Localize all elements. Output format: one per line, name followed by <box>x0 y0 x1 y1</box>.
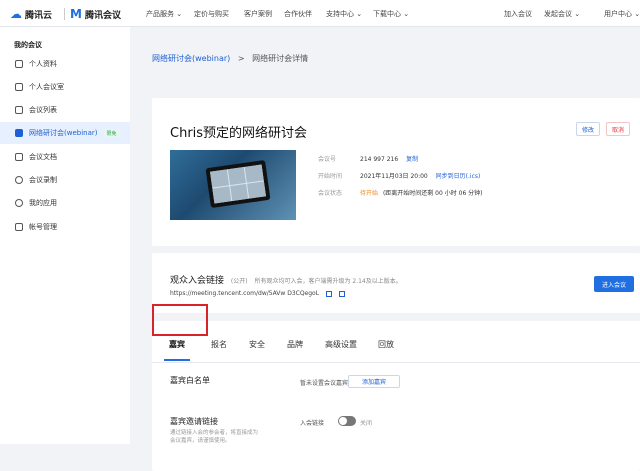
sidebar-item-label: 会议录制 <box>29 176 57 184</box>
webinar-cover-image <box>170 150 296 220</box>
free-badge: 限免 <box>103 128 120 138</box>
person-room-icon <box>15 83 23 91</box>
sidebar-item-label: 我的应用 <box>29 199 57 207</box>
audience-link-card: 观众入会链接 (公开) 所有观众均可入会，客户端需升级为 2.14及以上版本。 … <box>152 253 640 313</box>
tencent-cloud-text: 腾讯云 <box>25 10 53 21</box>
main-content: 网络研讨会(webinar) > 网络研讨会详情 Chris预定的网络研讨会 修… <box>130 27 640 471</box>
start-time-value-group: 2021年11月03日 20:00 同步到日历(.ics) <box>360 171 480 180</box>
meeting-id-value: 214 997 216 <box>360 156 399 163</box>
sidebar-item-profile[interactable]: 个人资料 <box>0 53 130 75</box>
audience-url[interactable]: https://meeting.tencent.com/dw/5AVw D3CQ… <box>170 290 319 297</box>
copy-meeting-id-link[interactable]: 复制 <box>406 156 418 163</box>
meeting-status-note: (距离开始时间还剩 00 小时 06 分钟) <box>382 190 483 197</box>
sidebar-item-account[interactable]: 帐号管理 <box>0 216 130 238</box>
tencent-meeting-text: 腾讯会议 <box>84 10 121 21</box>
sidebar-item-documents[interactable]: 会议文档 <box>0 146 130 168</box>
tab-registration[interactable]: 报名 <box>211 339 227 350</box>
sidebar-item-personal-room[interactable]: 个人会议室 <box>0 76 130 98</box>
breadcrumb: 网络研讨会(webinar) > 网络研讨会详情 <box>152 53 308 64</box>
nav-join-meeting[interactable]: 加入会议 <box>504 9 532 19</box>
sidebar-item-label: 网络研讨会(webinar) <box>29 129 98 137</box>
tab-brand[interactable]: 品牌 <box>287 339 303 350</box>
breadcrumb-current: 网络研讨会详情 <box>252 54 309 63</box>
cloud-logo-icon: ☁ <box>10 7 22 21</box>
sidebar-item-webinar[interactable]: 网络研讨会(webinar) 限免 <box>0 122 130 144</box>
nav-user-center[interactable]: 用户中心 ⌄ <box>604 9 640 19</box>
sidebar-item-label: 个人会议室 <box>29 83 64 91</box>
settings-tabs: 嘉宾 报名 安全 品牌 高级设置 回放 <box>152 339 640 363</box>
tencent-cloud-logo[interactable]: ☁ 腾讯云 <box>10 7 52 21</box>
webinar-summary-card: Chris预定的网络研讨会 修改 取消 会议号 214 997 216 复制 开… <box>152 98 640 246</box>
nav-start-meeting[interactable]: 发起会议 ⌄ <box>544 9 580 19</box>
guest-invite-link-title: 嘉宾邀请链接 <box>170 417 218 426</box>
tablet-video-call-illustration <box>205 160 271 208</box>
tab-guests[interactable]: 嘉宾 <box>169 339 185 350</box>
edit-button[interactable]: 修改 <box>576 122 600 136</box>
nav-support[interactable]: 支持中心 ⌄ <box>326 9 362 19</box>
invite-link-description: 通过链接入会的参会者，将直接成为 会议嘉宾，请谨慎使用。 <box>170 429 290 445</box>
meeting-id-label: 会议号 <box>318 156 337 163</box>
sidebar-item-label: 会议列表 <box>29 106 57 114</box>
qr-code-icon[interactable] <box>338 290 345 297</box>
logo-divider <box>64 8 65 20</box>
nav-partners[interactable]: 合作伙伴 <box>284 9 312 19</box>
start-time-label: 开始时间 <box>318 173 343 180</box>
user-icon <box>15 60 23 68</box>
sidebar: 我的会议 个人资料 个人会议室 会议列表 网络研讨会(webinar) 限免 会… <box>0 27 130 444</box>
guest-whitelist-status: 暂未设置会议嘉宾 <box>300 380 349 387</box>
invite-link-toggle-state: 关闭 <box>360 420 373 427</box>
tab-advanced[interactable]: 高级设置 <box>325 339 357 350</box>
account-icon <box>15 223 23 231</box>
start-time-value: 2021年11月03日 20:00 <box>360 173 428 180</box>
meeting-status-value-group: 待开始 (距离开始时间还剩 00 小时 06 分钟) <box>360 188 483 197</box>
breadcrumb-webinar-link[interactable]: 网络研讨会(webinar) <box>152 54 230 63</box>
apps-icon <box>15 199 23 207</box>
audience-link-title: 观众入会链接 <box>170 276 225 286</box>
top-navigation-bar: ☁ 腾讯云 M 腾讯会议 产品服务 ⌄ 定价与购买 客户案例 合作伙伴 支持中心… <box>0 0 640 27</box>
settings-card: 嘉宾 报名 安全 品牌 高级设置 回放 嘉宾白名单 暂未设置会议嘉宾 添加嘉宾 … <box>152 321 640 471</box>
sidebar-item-apps[interactable]: 我的应用 <box>0 192 130 214</box>
tencent-meeting-logo[interactable]: M 腾讯会议 <box>70 7 121 21</box>
guests-tab-highlight-box <box>152 304 208 336</box>
sidebar-item-recordings[interactable]: 会议录制 <box>0 169 130 191</box>
audience-link-public-tag: (公开) <box>230 278 248 285</box>
active-tab-indicator <box>164 359 190 361</box>
nav-products[interactable]: 产品服务 ⌄ <box>146 9 182 19</box>
invite-desc-line-1: 通过链接入会的参会者，将直接成为 <box>170 430 259 436</box>
document-icon <box>15 153 23 161</box>
audience-url-row: https://meeting.tencent.com/dw/5AVw D3CQ… <box>170 290 345 297</box>
sidebar-item-label: 个人资料 <box>29 60 57 68</box>
cancel-meeting-button[interactable]: 取消 <box>606 122 630 136</box>
meeting-status-label: 会议状态 <box>318 190 343 197</box>
list-icon <box>15 106 23 114</box>
invite-link-toggle[interactable] <box>338 416 356 426</box>
sidebar-title: 我的会议 <box>14 41 42 49</box>
enter-meeting-button[interactable]: 进入会议 <box>594 276 634 292</box>
sidebar-item-label: 帐号管理 <box>29 223 57 231</box>
sync-calendar-link[interactable]: 同步到日历(.ics) <box>436 173 481 180</box>
guest-whitelist-title: 嘉宾白名单 <box>170 376 210 385</box>
sidebar-item-meeting-list[interactable]: 会议列表 <box>0 99 130 121</box>
meeting-logo-icon: M <box>70 7 82 21</box>
add-guest-button[interactable]: 添加嘉宾 <box>348 375 400 388</box>
breadcrumb-separator: > <box>237 54 245 63</box>
nav-cases[interactable]: 客户案例 <box>244 9 272 19</box>
sidebar-item-label: 会议文档 <box>29 153 57 161</box>
nav-download[interactable]: 下载中心 ⌄ <box>373 9 409 19</box>
record-icon <box>15 176 23 184</box>
meeting-id-value-group: 214 997 216 复制 <box>360 154 418 163</box>
webinar-icon <box>15 129 23 137</box>
tab-playback[interactable]: 回放 <box>378 339 394 350</box>
tab-security[interactable]: 安全 <box>249 339 265 350</box>
meeting-status-value: 待开始 <box>360 190 379 197</box>
webinar-title: Chris预定的网络研讨会 <box>170 126 308 141</box>
invite-link-toggle-label: 入会链接 <box>300 420 325 427</box>
nav-pricing[interactable]: 定价与购买 <box>194 9 229 19</box>
audience-link-title-row: 观众入会链接 (公开) 所有观众均可入会，客户端需升级为 2.14及以上版本。 <box>170 273 402 286</box>
copy-icon[interactable] <box>326 290 332 297</box>
audience-link-note: 所有观众均可入会，客户端需升级为 2.14及以上版本。 <box>254 278 402 285</box>
